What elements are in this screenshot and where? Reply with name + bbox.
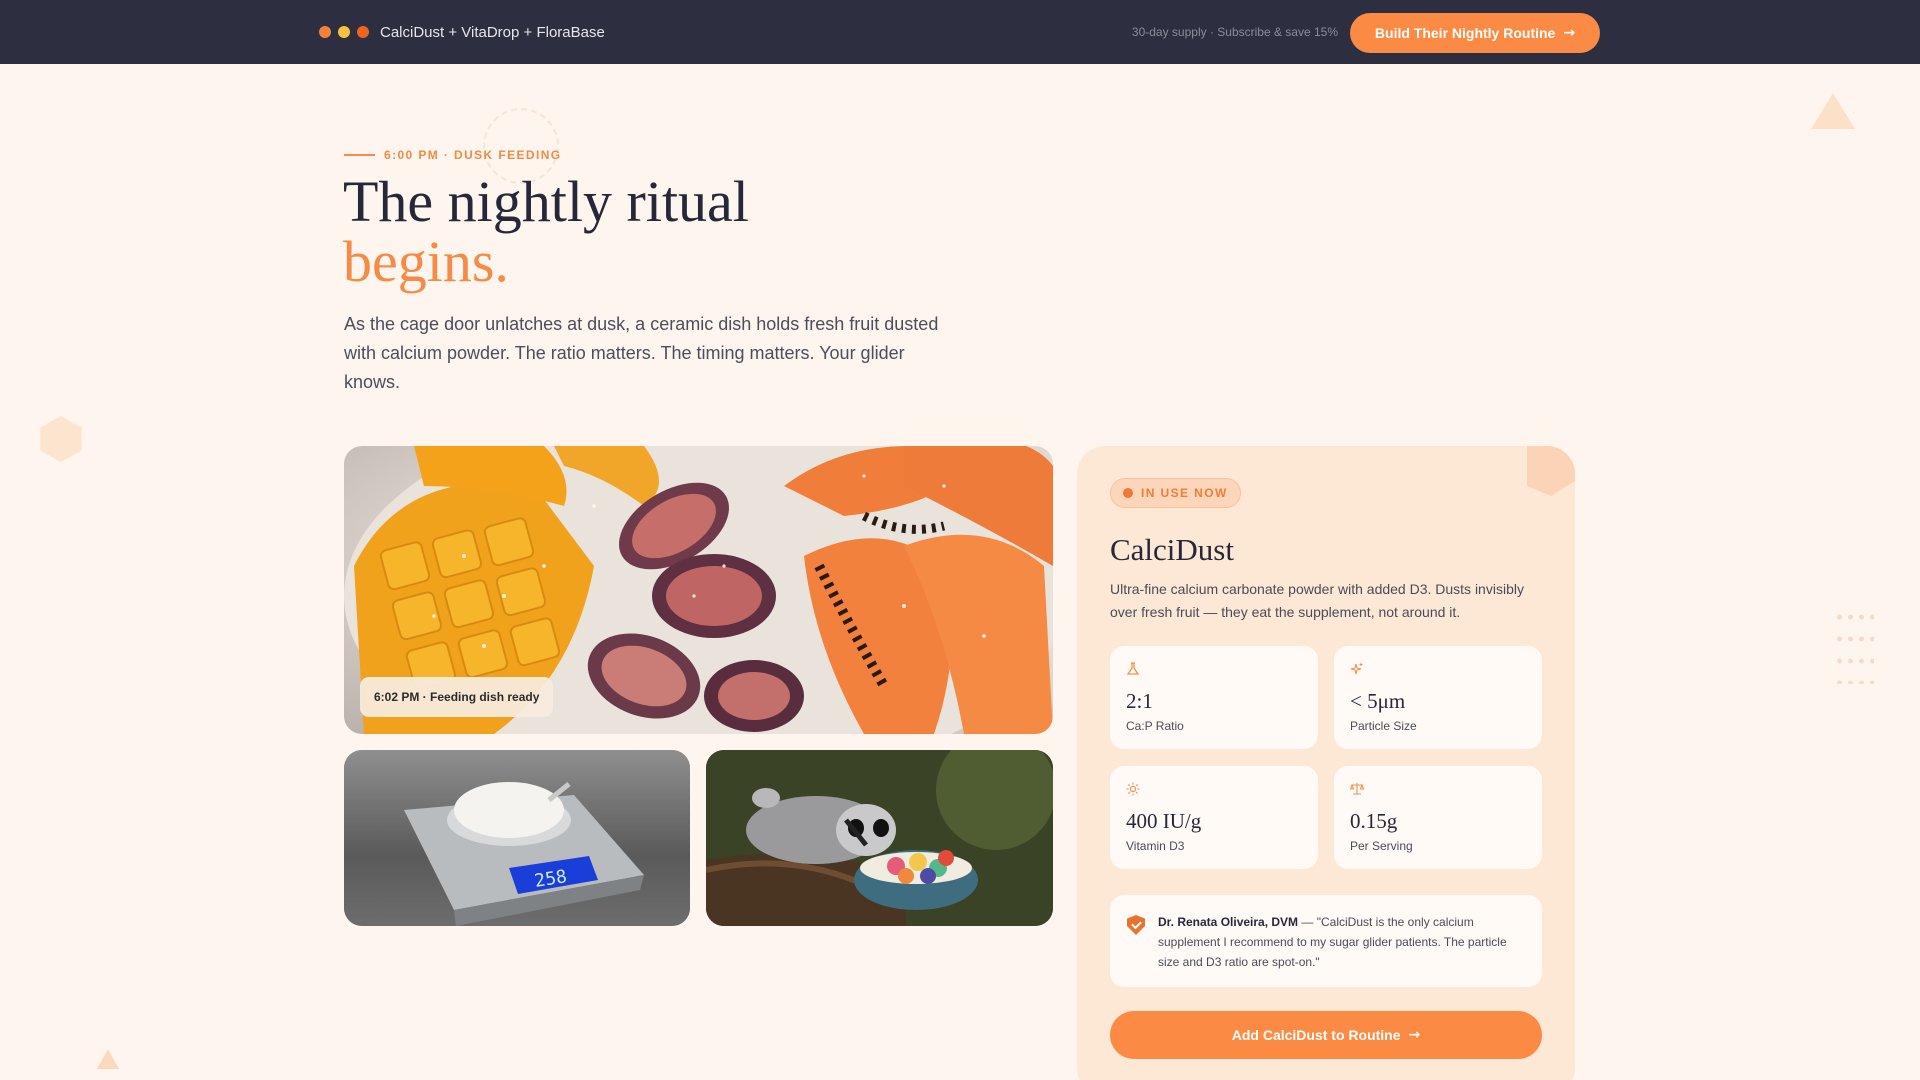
window-controls: [319, 26, 369, 38]
build-routine-label: Build Their Nightly Routine: [1374, 25, 1556, 41]
stat-label: Ca:P Ratio: [1126, 719, 1184, 733]
scale-icon: [1350, 782, 1364, 796]
arrow-right-icon: →: [1408, 1027, 1421, 1043]
title-line-2: begins.: [343, 229, 509, 294]
sugar-glider-image: [706, 750, 1053, 926]
brand-title: CalciDust + VitaDrop + FloraBase: [380, 24, 605, 41]
triangle-decoration: [1811, 93, 1855, 129]
stat-label: Vitamin D3: [1126, 839, 1185, 853]
shield-check-icon: [1127, 915, 1145, 935]
stat-card: < 5μm Particle Size: [1334, 646, 1542, 749]
eyebrow: 6:00 PM · DUSK FEEDING: [344, 148, 562, 162]
hero-description: As the cage door unlatches at dusk, a ce…: [344, 314, 939, 392]
corner-decoration: [1527, 446, 1575, 496]
vet-testimonial: Dr. Renata Oliveira, DVM — "CalciDust is…: [1110, 895, 1542, 987]
dot-grid-decoration: [1834, 606, 1874, 684]
arrow-right-icon: →: [1563, 25, 1576, 41]
kitchen-scale-image: 258: [344, 750, 690, 926]
triangle-decoration-small: [97, 1049, 119, 1069]
stat-card: 2:1 Ca:P Ratio: [1110, 646, 1318, 749]
status-badge-label: IN USE NOW: [1141, 486, 1228, 500]
add-to-routine-label: Add CalciDust to Routine: [1231, 1027, 1401, 1043]
stat-value: 400 IU/g: [1126, 809, 1202, 833]
hexagon-decoration: [40, 416, 82, 462]
stat-label: Per Serving: [1350, 839, 1413, 853]
stat-value: < 5μm: [1350, 689, 1406, 713]
stat-label: Particle Size: [1350, 719, 1417, 733]
build-routine-button[interactable]: Build Their Nightly Routine →: [1350, 13, 1600, 53]
stat-card: 0.15g Per Serving: [1334, 766, 1542, 869]
window-dot-2[interactable]: [338, 26, 350, 38]
title-line-1: The nightly ritual: [343, 169, 749, 234]
status-dot-icon: [1123, 488, 1133, 498]
product-card: IN USE NOW CalciDust Ultra-fine calcium …: [1077, 446, 1575, 1080]
status-badge: IN USE NOW: [1110, 478, 1241, 508]
testimonial-text: Dr. Renata Oliveira, DVM — "CalciDust is…: [1158, 912, 1528, 972]
sparkle-icon: [1350, 662, 1364, 676]
stat-card: 400 IU/g Vitamin D3: [1110, 766, 1318, 869]
eyebrow-line: [344, 154, 375, 156]
stat-value: 2:1: [1126, 689, 1153, 713]
add-to-routine-button[interactable]: Add CalciDust to Routine →: [1110, 1011, 1542, 1059]
feeding-caption: 6:02 PM · Feeding dish ready: [360, 677, 554, 717]
product-description: Ultra-fine calcium carbonate powder with…: [1110, 581, 1524, 620]
top-bar: CalciDust + VitaDrop + FloraBase 30-day …: [0, 0, 1920, 64]
product-name: CalciDust: [1110, 532, 1234, 567]
eyebrow-text: 6:00 PM · DUSK FEEDING: [384, 148, 562, 162]
testimonial-author: Dr. Renata Oliveira, DVM: [1158, 915, 1299, 929]
promo-text: 30-day supply · Subscribe & save 15%: [1131, 25, 1338, 39]
window-dot-3[interactable]: [357, 26, 369, 38]
stat-value: 0.15g: [1350, 809, 1398, 833]
page-title: The nightly ritual begins.: [343, 172, 749, 292]
window-dot-1[interactable]: [319, 26, 331, 38]
sun-icon: [1126, 782, 1140, 796]
flask-icon: [1126, 662, 1140, 676]
